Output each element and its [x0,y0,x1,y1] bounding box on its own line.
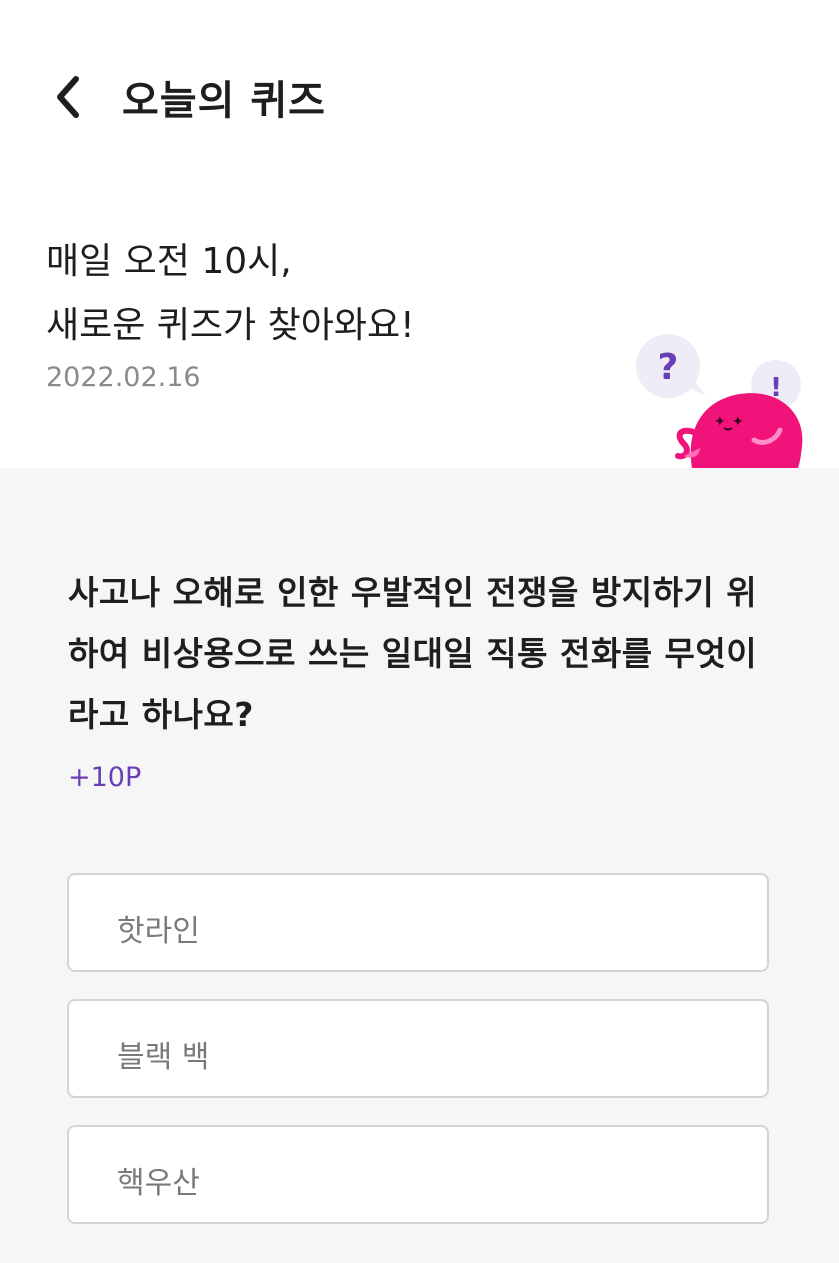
answer-option-label: 핫라인 [117,914,200,949]
quiz-date: 2022.02.16 [46,362,201,393]
page-title: 오늘의 퀴즈 [122,78,326,124]
answer-option-2[interactable]: 블랙 백 [67,999,769,1098]
app-header: 오늘의 퀴즈 [0,0,839,190]
hero-banner: 매일 오전 10시, 새로운 퀴즈가 찾아와요! 2022.02.16 ? ! … [0,190,839,468]
hero-headline-line2: 새로운 퀴즈가 찾아와요! [46,305,415,346]
points-reward: +10P [68,762,142,793]
quiz-question: 사고나 오해로 인한 우발적인 전쟁을 방지하기 위하여 비상용으로 쓰는 일대… [68,573,758,734]
answer-option-3[interactable]: 핵우산 [67,1125,769,1224]
answer-option-label: 블랙 백 [117,1040,210,1075]
mascot-illustration: ? ! ✦ ✦ [636,334,803,468]
answer-option-1[interactable]: 핫라인 [67,873,769,972]
answer-option-label: 핵우산 [117,1166,200,1201]
quiz-section: 사고나 오해로 인한 우발적인 전쟁을 방지하기 위하여 비상용으로 쓰는 일대… [0,468,839,1263]
svg-text:✦: ✦ [732,414,744,430]
back-button[interactable] [40,70,94,124]
chevron-left-icon [57,76,79,118]
question-mark-icon: ? [658,347,679,388]
svg-text:✦: ✦ [714,414,726,430]
quiz-page: 오늘의 퀴즈 매일 오전 10시, 새로운 퀴즈가 찾아와요! 2022.02.… [0,0,839,1263]
hero-headline-line1: 매일 오전 10시, [46,241,292,282]
